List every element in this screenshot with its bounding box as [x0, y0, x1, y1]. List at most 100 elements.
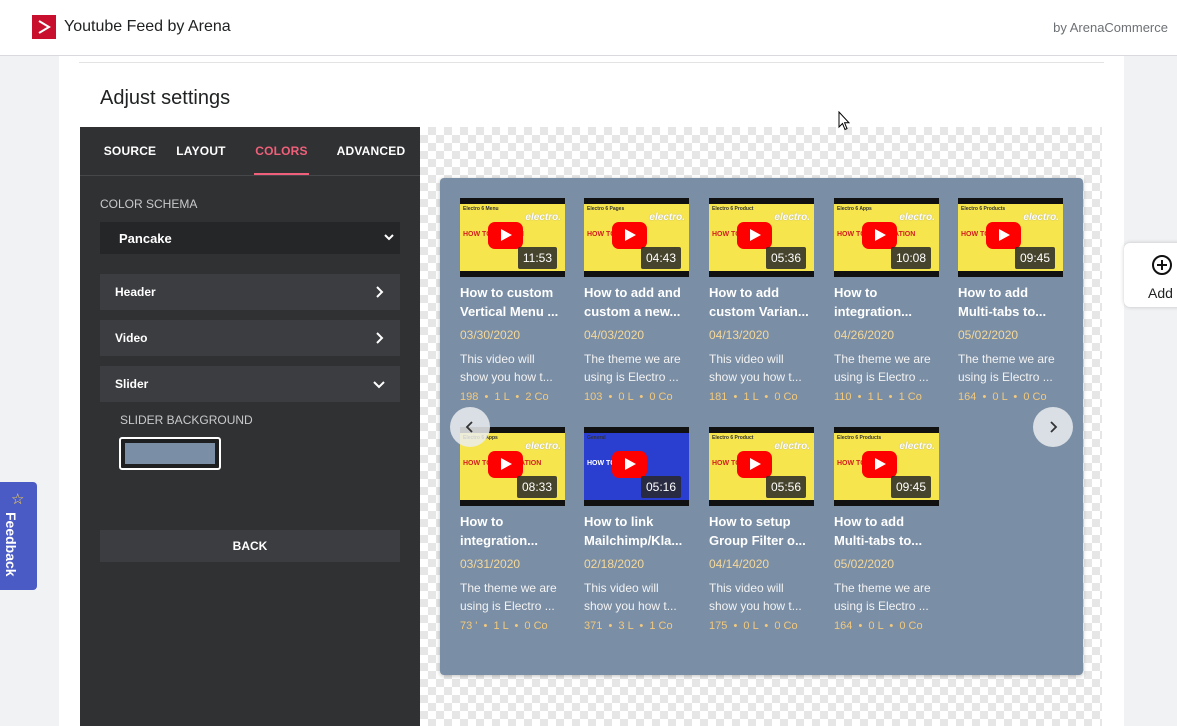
video-thumbnail[interactable]: Electro 6 Menuelectro.HOW TO CUSTOM11:53 — [460, 198, 565, 277]
video-stats: 181 • 1 L • 0 Co — [709, 391, 798, 403]
video-title[interactable]: How to add Multi-tabs to... — [834, 512, 939, 550]
video-stats: 110 • 1 L • 1 Co — [834, 391, 922, 403]
video-date: 04/13/2020 — [709, 328, 770, 342]
slider-background-color-picker[interactable] — [119, 437, 221, 470]
mouse-cursor-icon — [838, 111, 850, 131]
tab-advanced[interactable]: ADVANCED — [336, 127, 406, 175]
video-date: 05/02/2020 — [834, 557, 895, 571]
thumbnail-category: General — [587, 435, 606, 441]
video-date: 05/02/2020 — [958, 328, 1019, 342]
play-icon[interactable] — [737, 222, 772, 249]
section-slider[interactable]: Slider — [100, 366, 400, 402]
video-date: 04/03/2020 — [584, 328, 645, 342]
video-thumbnail[interactable]: Electro 6 Productelectro.HOW TO SETUP05:… — [709, 427, 814, 506]
video-duration: 05:36 — [765, 247, 806, 269]
video-duration: 08:33 — [516, 476, 557, 498]
video-title[interactable]: How to add Multi-tabs to... — [958, 283, 1063, 321]
video-title[interactable]: How to link Mailchimp/Kla... — [584, 512, 689, 550]
play-icon[interactable] — [737, 451, 772, 478]
video-card[interactable]: Electro 6 Products electro. HOW TO ADD 09:4… — [834, 427, 939, 633]
thumbnail-category: Electro 6 Product — [712, 206, 754, 212]
video-duration: 10:08 — [890, 247, 931, 269]
video-date: 02/18/2020 — [584, 557, 645, 571]
video-stats: 103 • 0 L • 0 Co — [584, 391, 673, 403]
video-stats: 175 • 0 L • 0 Co — [709, 620, 798, 632]
video-card[interactable]: Electro 6 Appselectro.HOW TO INTEGRATION… — [834, 198, 939, 404]
chevron-down-icon — [373, 381, 385, 389]
video-duration: 05:56 — [765, 476, 806, 498]
video-title[interactable]: How to setup Group Filter o... — [709, 512, 814, 550]
video-date: 03/31/2020 — [460, 557, 521, 571]
video-thumbnail[interactable]: General HOW TO LINK 05:16 — [584, 427, 689, 506]
video-thumbnail[interactable]: Electro 6 Products electro. HOW TO ADD 09:4… — [958, 198, 1063, 277]
play-icon[interactable] — [862, 222, 897, 249]
tab-colors[interactable]: COLORS — [254, 127, 309, 175]
video-thumbnail[interactable]: Electro 6 Products electro. HOW TO ADD 09:4… — [834, 427, 939, 506]
video-thumbnail[interactable]: Electro 6 Appselectro.HOW TO INTEGRATION… — [834, 198, 939, 277]
app-publisher: by ArenaCommerce — [1053, 20, 1168, 35]
video-title[interactable]: How to add custom Varian... — [709, 283, 814, 321]
video-stats: 164 • 0 L • 0 Co — [958, 391, 1047, 403]
video-stats: 371 • 3 L • 1 Co — [584, 620, 673, 632]
play-icon[interactable] — [612, 451, 647, 478]
chevron-down-icon — [384, 234, 394, 241]
thumbnail-category: Electro 6 Products — [837, 435, 882, 441]
video-description: The theme we are using is Electro ... — [584, 352, 681, 384]
color-schema-select[interactable]: Pancake — [100, 222, 400, 254]
video-description: This video will show you how t... — [709, 352, 802, 384]
video-card[interactable]: Electro 6 Products electro. HOW TO ADD 09:4… — [958, 198, 1063, 404]
plus-circle-icon — [1152, 255, 1172, 275]
back-button[interactable]: BACK — [100, 530, 400, 562]
video-title[interactable]: How to add and custom a new... — [584, 283, 689, 321]
video-stats: 164 • 0 L • 0 Co — [834, 620, 923, 632]
video-date: 04/26/2020 — [834, 328, 895, 342]
settings-tabs: SOURCE LAYOUT COLORS ADVANCED — [80, 127, 420, 176]
thumbnail-category: Electro 6 Menu — [463, 206, 499, 212]
divider — [79, 62, 1104, 63]
chevron-left-icon — [465, 421, 473, 433]
video-card[interactable]: Electro 6 Menuelectro.HOW TO CUSTOM11:53… — [460, 198, 565, 404]
add-widget-button[interactable]: Add — [1124, 243, 1177, 307]
thumbnail-category: Electro 6 Apps — [837, 206, 872, 212]
thumbnail-category: Electro 6 Product — [712, 435, 754, 441]
thumbnail-brand: electro. — [525, 212, 561, 223]
play-icon[interactable] — [862, 451, 897, 478]
video-description: This video will show you how t... — [460, 352, 553, 384]
section-video[interactable]: Video — [100, 320, 400, 356]
play-icon[interactable] — [488, 451, 523, 478]
chevron-right-icon — [376, 332, 384, 344]
section-header[interactable]: Header — [100, 274, 400, 310]
chevron-right-icon — [1050, 421, 1058, 433]
thumbnail-brand: electro. — [774, 212, 810, 223]
video-stats: 73 ' • 1 L • 0 Co — [460, 620, 548, 632]
tab-source[interactable]: SOURCE — [90, 127, 170, 175]
thumbnail-brand: electro. — [774, 441, 810, 452]
video-card[interactable]: Electro 6 Product electro. HOW TO ADD 05:36… — [709, 198, 814, 404]
app-title: Youtube Feed by Arena — [64, 18, 231, 35]
video-thumbnail[interactable]: Electro 6 Pages electro. HOW TO ADD 04:43 — [584, 198, 689, 277]
section-slider-label: Slider — [115, 377, 149, 391]
play-icon[interactable] — [612, 222, 647, 249]
settings-panel: SOURCE LAYOUT COLORS ADVANCED COLOR SCHE… — [80, 127, 420, 726]
feedback-label: Feedback — [3, 512, 19, 577]
video-title[interactable]: How to integration... — [834, 283, 939, 321]
video-card[interactable]: Electro 6 Pages electro. HOW TO ADD 04:43 Ho… — [584, 198, 689, 404]
video-card[interactable]: General HOW TO LINK 05:16 How to link Mailc… — [584, 427, 689, 633]
page-title: Adjust settings — [100, 87, 231, 109]
slider-next-button[interactable] — [1033, 407, 1073, 447]
video-card[interactable]: Electro 6 Productelectro.HOW TO SETUP05:… — [709, 427, 814, 633]
video-title[interactable]: How to custom Vertical Menu ... — [460, 283, 565, 321]
color-schema-value: Pancake — [119, 230, 172, 246]
feedback-button[interactable]: ☆ Feedback — [0, 482, 37, 590]
video-slider: Electro 6 Menuelectro.HOW TO CUSTOM11:53… — [440, 178, 1083, 675]
slider-prev-button[interactable] — [450, 407, 490, 447]
video-stats: 198 • 1 L • 2 Co — [460, 391, 549, 403]
video-thumbnail[interactable]: Electro 6 Product electro. HOW TO ADD 05:36 — [709, 198, 814, 277]
play-icon[interactable] — [986, 222, 1021, 249]
play-icon[interactable] — [488, 222, 523, 249]
tab-layout[interactable]: LAYOUT — [173, 127, 229, 175]
video-description: This video will show you how t... — [709, 581, 802, 613]
video-title[interactable]: How to integration... — [460, 512, 565, 550]
video-duration: 11:53 — [517, 247, 557, 269]
video-card[interactable]: Electro 6 Appselectro.HOW TO INTEGRATION… — [460, 427, 565, 633]
